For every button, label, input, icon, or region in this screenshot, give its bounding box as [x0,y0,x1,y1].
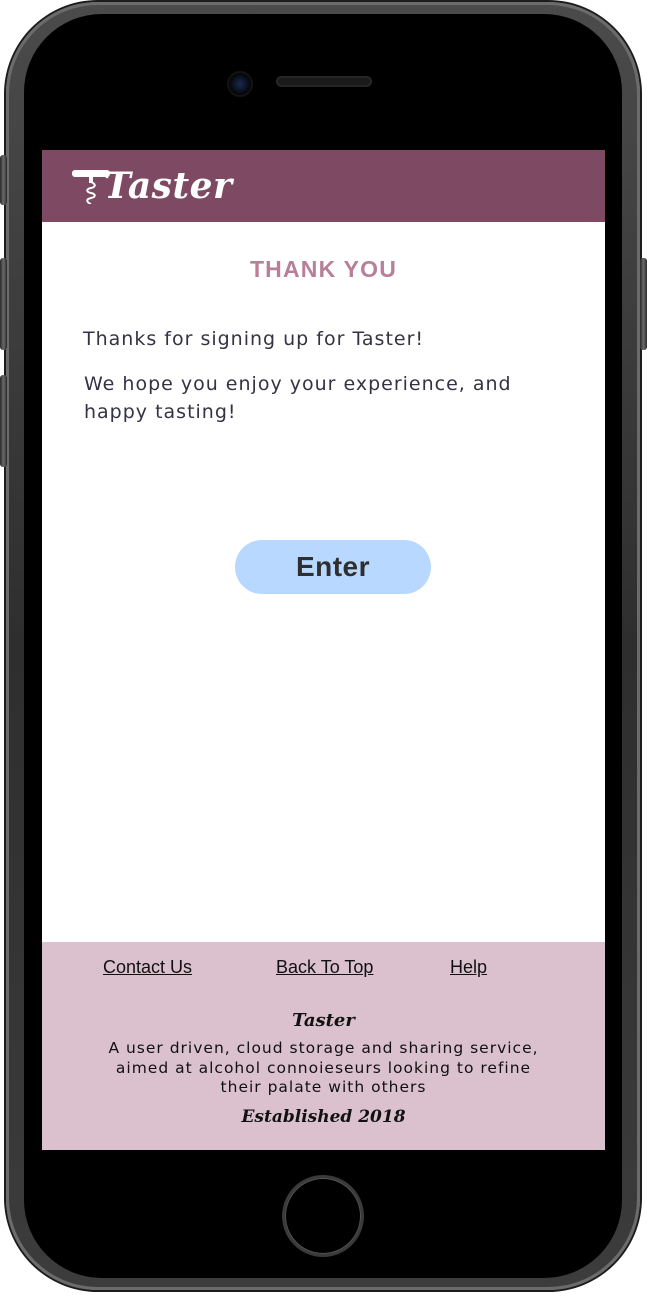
enter-button[interactable]: Enter [235,540,431,594]
app-header: Taster [42,150,605,222]
page-title: THANK YOU [249,256,398,282]
help-link[interactable]: Help [450,957,487,978]
earpiece-speaker [276,76,372,87]
footer: Contact Us Back To Top Help Taster A use… [42,942,605,1150]
logo-text: Taster [104,165,233,207]
app-screen: Taster THANK YOU Thanks for signing up f… [42,150,605,1150]
mute-switch [0,155,7,205]
front-camera [229,73,251,95]
footer-brand: Taster [292,1010,355,1031]
footer-established: Established 2018 [241,1107,406,1127]
signup-message: Thanks for signing up for Taster! [83,328,425,350]
footer-description: A user driven, cloud storage and sharing… [108,1039,539,1096]
contact-us-link[interactable]: Contact Us [103,957,192,978]
back-to-top-link[interactable]: Back To Top [276,957,373,978]
power-button [640,258,647,350]
corkscrew-icon [70,164,110,208]
welcome-message: We hope you enjoy your experience, and h… [84,373,512,423]
taster-logo[interactable]: Taster [70,162,232,210]
home-button[interactable] [285,1178,361,1254]
volume-up-button [0,258,7,350]
volume-down-button [0,375,7,467]
